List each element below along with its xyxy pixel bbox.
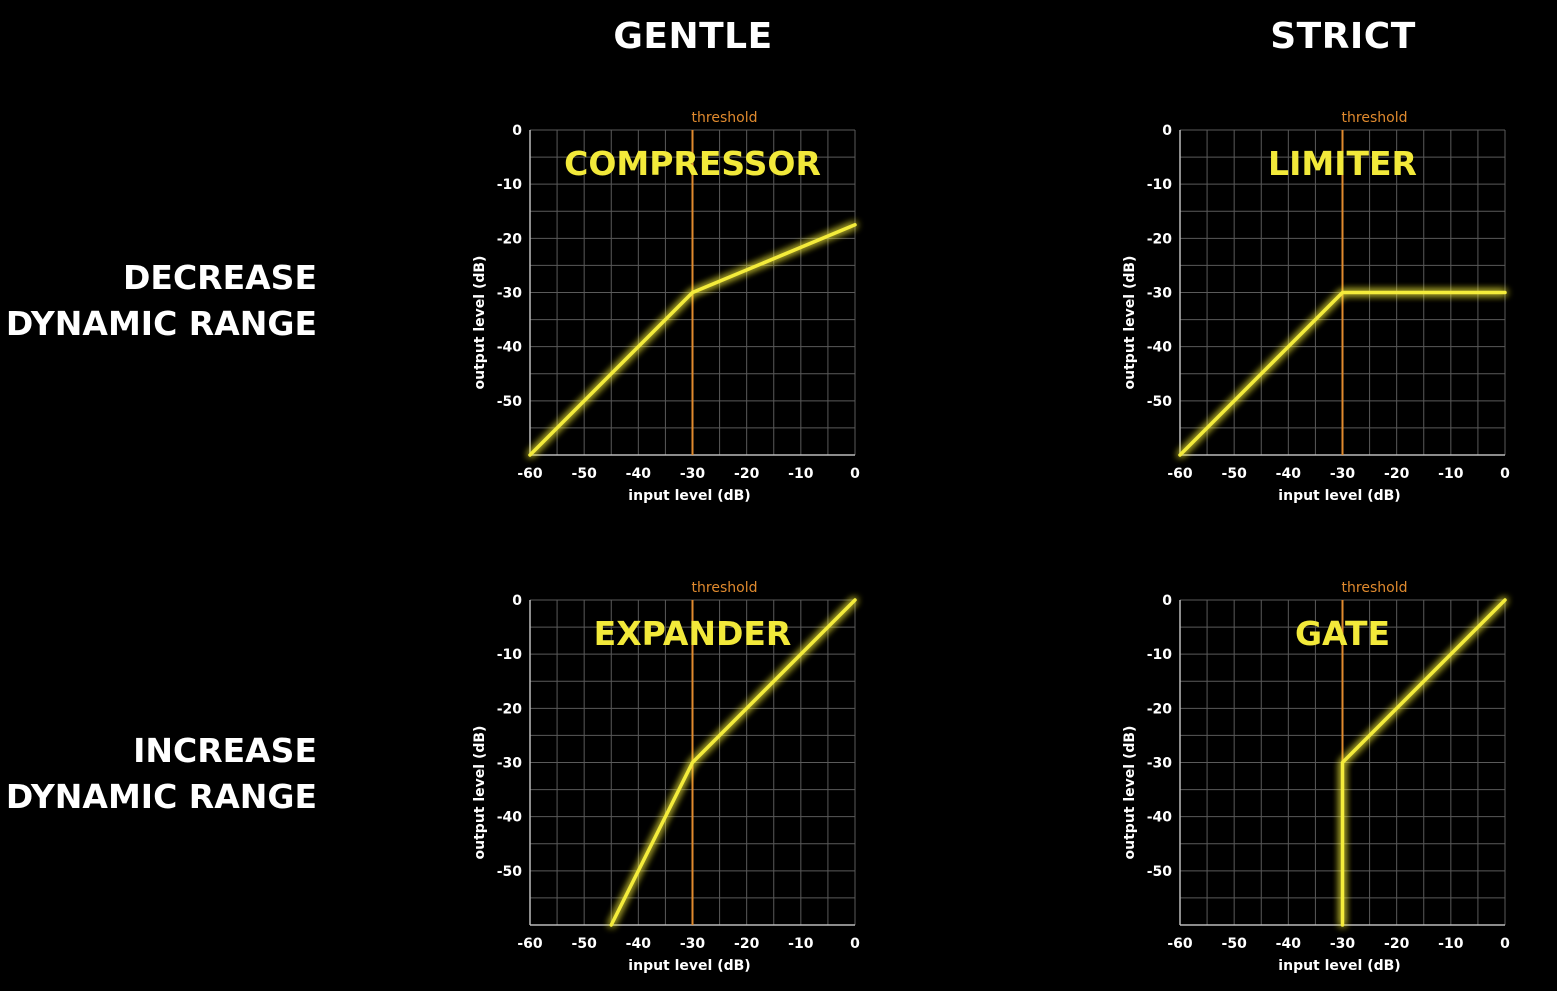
expander-y-tick: -40 [497, 810, 523, 826]
limiter-x-tick: -60 [1167, 466, 1193, 482]
compressor-x-tick: -50 [572, 466, 598, 482]
limiter-x-axis-label: input level (dB) [1278, 488, 1400, 504]
limiter-y-tick: -10 [1147, 177, 1173, 193]
limiter-y-tick: -50 [1147, 394, 1173, 410]
expander-title: EXPANDER [594, 614, 792, 653]
compressor-title: COMPRESSOR [564, 144, 821, 183]
chart-compressor: threshold -60 -50 -40 -30 -20 -10 0 0 -10 -20 -30 -4… [472, 110, 860, 504]
chart-limiter: threshold -60 -50 -40 -30 -20 -10 0 0 -10 -20 -30 -4… [1122, 110, 1510, 504]
gate-y-tick: -50 [1147, 864, 1173, 880]
compressor-x-tick: -20 [734, 466, 760, 482]
limiter-x-tick: -50 [1222, 466, 1248, 482]
expander-x-tick: -50 [572, 936, 598, 952]
expander-y-axis-label: output level (dB) [472, 726, 488, 860]
compressor-x-tick: 0 [850, 466, 860, 482]
gate-x-tick: -20 [1384, 936, 1410, 952]
expander-y-tick: 0 [512, 593, 522, 609]
limiter-x-tick: -10 [1438, 466, 1464, 482]
limiter-title: LIMITER [1268, 144, 1417, 183]
gate-y-tick: -30 [1147, 756, 1173, 772]
expander-x-tick: -40 [626, 936, 652, 952]
compressor-y-axis-label: output level (dB) [472, 256, 488, 390]
compressor-threshold-label: threshold [692, 110, 758, 126]
compressor-y-tick: -20 [497, 231, 523, 247]
limiter-y-tick: 0 [1162, 123, 1172, 139]
gate-title: GATE [1295, 614, 1390, 653]
expander-x-tick: -10 [788, 936, 814, 952]
limiter-x-tick: -20 [1384, 466, 1410, 482]
expander-threshold-label: threshold [692, 580, 758, 596]
limiter-y-tick: -30 [1147, 286, 1173, 302]
limiter-x-tick: -40 [1276, 466, 1302, 482]
compressor-x-tick: -60 [517, 466, 543, 482]
compressor-y-tick: 0 [512, 123, 522, 139]
limiter-y-tick: -40 [1147, 340, 1173, 356]
gate-y-tick: -40 [1147, 810, 1173, 826]
gate-y-tick: -10 [1147, 647, 1173, 663]
compressor-y-tick: -10 [497, 177, 523, 193]
expander-y-tick: -10 [497, 647, 523, 663]
expander-x-axis-label: input level (dB) [628, 958, 750, 974]
limiter-y-axis-label: output level (dB) [1122, 256, 1138, 390]
chart-compressor: threshold -60 -50 -40 -30 -20 -10 0 0 -10 -20 -30 -4… [472, 110, 1510, 974]
gate-y-axis-label: output level (dB) [1122, 726, 1138, 860]
expander-y-tick: -50 [497, 864, 523, 880]
expander-x-tick: 0 [850, 936, 860, 952]
compressor-x-axis-label: input level (dB) [628, 488, 750, 504]
expander-x-tick: -30 [680, 936, 706, 952]
chart-expander: threshold -60 -50 -40 -30 -20 -10 0 0 -10 -20 -30 -4… [472, 580, 860, 974]
compressor-y-tick: -30 [497, 286, 523, 302]
compressor-x-tick: -10 [788, 466, 814, 482]
gate-x-tick: -40 [1276, 936, 1302, 952]
gate-x-axis-label: input level (dB) [1278, 958, 1400, 974]
expander-x-tick: -60 [517, 936, 543, 952]
compressor-y-tick: -40 [497, 340, 523, 356]
expander-y-tick: -20 [497, 701, 523, 717]
limiter-x-tick: -30 [1330, 466, 1356, 482]
compressor-x-tick: -40 [626, 466, 652, 482]
limiter-x-tick: 0 [1500, 466, 1510, 482]
gate-threshold-label: threshold [1342, 580, 1408, 596]
expander-x-tick: -20 [734, 936, 760, 952]
gate-y-tick: -20 [1147, 701, 1173, 717]
expander-y-tick: -30 [497, 756, 523, 772]
compressor-x-tick: -30 [680, 466, 706, 482]
gate-y-tick: 0 [1162, 593, 1172, 609]
limiter-threshold-label: threshold [1342, 110, 1408, 126]
gate-x-tick: -60 [1167, 936, 1193, 952]
gate-x-tick: -30 [1330, 936, 1356, 952]
compressor-y-tick: -50 [497, 394, 523, 410]
gate-x-tick: -50 [1222, 936, 1248, 952]
limiter-y-tick: -20 [1147, 231, 1173, 247]
chart-gate: threshold -60 -50 -40 -30 -20 -10 0 0 -10 -20 -30 -4… [1122, 580, 1510, 974]
gate-x-tick: -10 [1438, 936, 1464, 952]
gate-x-tick: 0 [1500, 936, 1510, 952]
